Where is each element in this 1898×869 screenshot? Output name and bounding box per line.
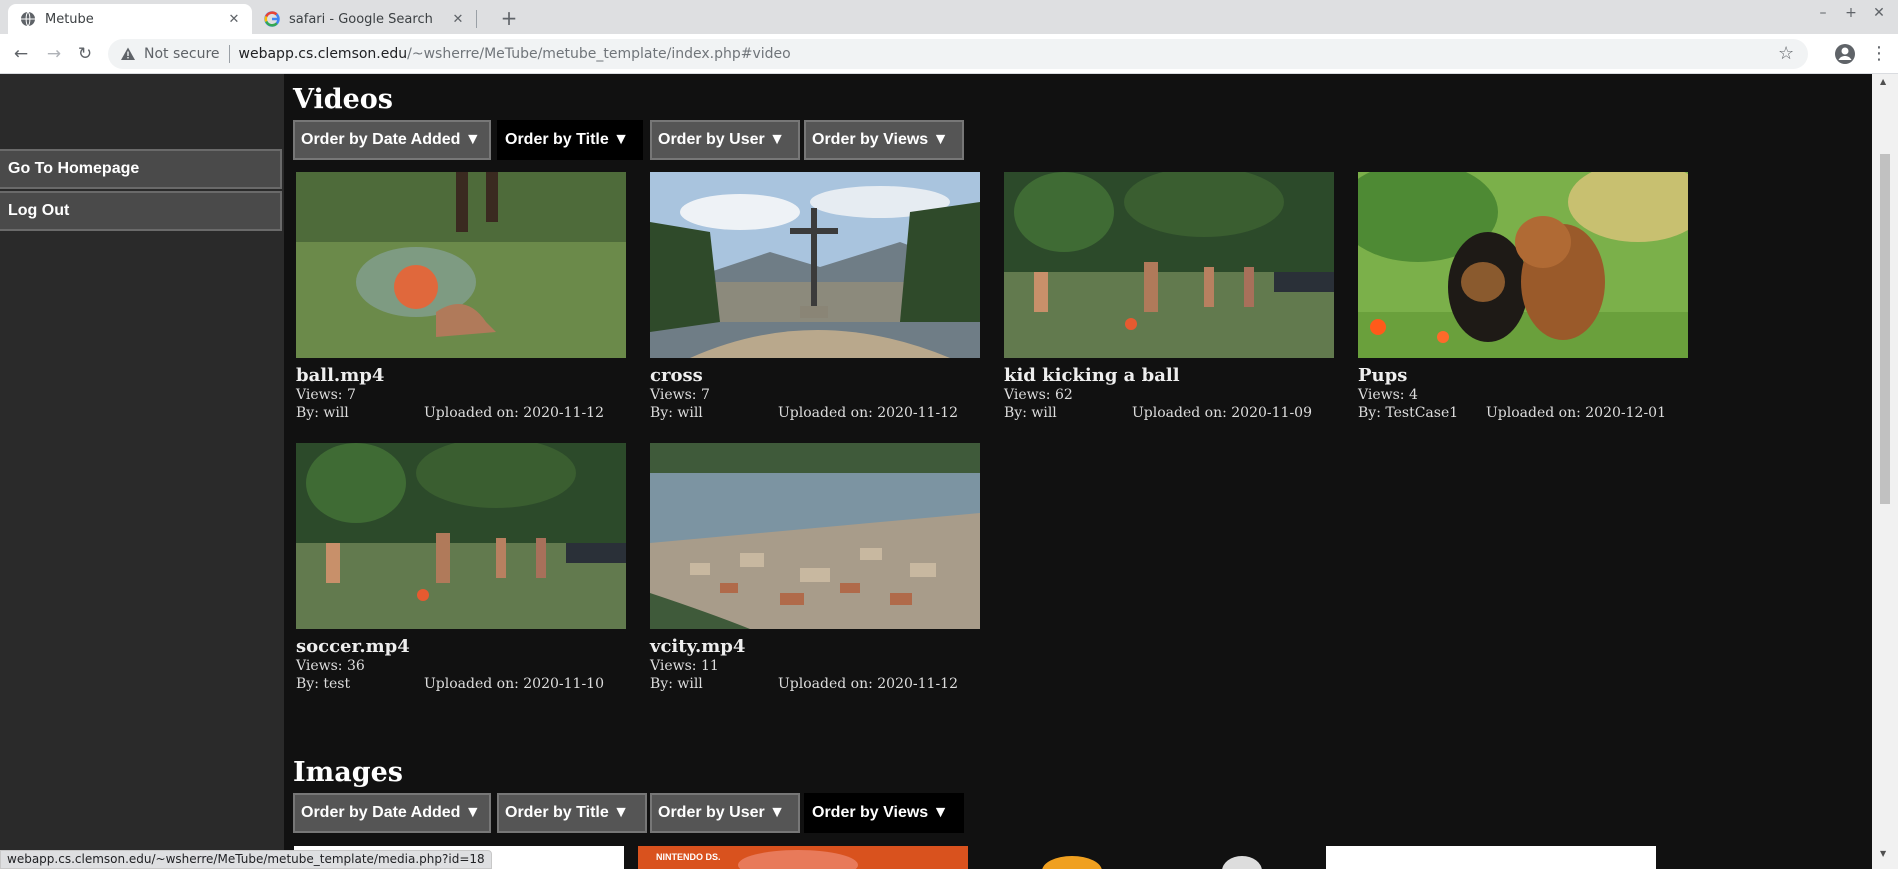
video-thumbnail[interactable] — [650, 172, 980, 358]
video-thumbnail[interactable] — [296, 172, 626, 358]
scroll-down-arrow-icon[interactable]: ▼ — [1880, 849, 1886, 858]
video-upload-date: Uploaded on: 2020-11-12 — [777, 676, 958, 692]
tab-title: Metube — [45, 11, 94, 27]
address-divider — [228, 45, 230, 63]
video-views: Views: 62 — [1004, 387, 1073, 403]
video-upload-date: Uploaded on: 2020-11-12 — [423, 405, 604, 421]
video-thumbnail[interactable] — [296, 443, 626, 629]
video-upload-date: Uploaded on: 2020-11-12 — [777, 405, 958, 421]
url-host: webapp.cs.clemson.edu — [238, 46, 408, 62]
address-bar[interactable]: Not secure webapp.cs.clemson.edu /~wsher… — [108, 39, 1808, 69]
video-views: Views: 7 — [296, 387, 356, 403]
globe-icon — [21, 11, 35, 27]
back-arrow-icon[interactable]: ← — [8, 41, 34, 67]
new-tab-plus-icon[interactable]: + — [497, 6, 521, 30]
videos-sort-user-button[interactable]: Order by User ▼ — [650, 120, 800, 160]
videos-heading: Videos — [293, 84, 393, 115]
images-sort-date-button[interactable]: Order by Date Added ▼ — [293, 793, 491, 833]
url-path: /~wsherre/MeTube/metube_template/index.p… — [407, 46, 791, 62]
nintendo-ds-label: NINTENDO DS. — [656, 852, 721, 862]
bookmark-star-icon[interactable]: ☆ — [1778, 45, 1796, 63]
tab-google-search[interactable]: safari - Google Search ✕ — [252, 4, 476, 34]
scroll-up-arrow-icon[interactable]: ▲ — [1880, 77, 1886, 86]
video-thumbnail[interactable] — [650, 443, 980, 629]
close-window-icon[interactable]: ✕ — [1868, 5, 1890, 21]
video-title[interactable]: kid kicking a ball — [1004, 366, 1334, 386]
video-title[interactable]: Pups — [1358, 366, 1688, 386]
images-sort-title-button[interactable]: Order by Title ▼ — [497, 793, 647, 833]
status-url-bar: webapp.cs.clemson.edu/~wsherre/MeTube/me… — [0, 850, 492, 869]
video-views: Views: 36 — [296, 658, 365, 674]
account-icon[interactable] — [1833, 42, 1857, 66]
video-author: By: will — [1004, 405, 1057, 421]
video-author: By: test — [296, 676, 351, 692]
video-title[interactable]: cross — [650, 366, 980, 386]
main-content: Videos Order by Date Added ▼ Order by Ti… — [284, 74, 1872, 869]
videos-sort-title-button[interactable]: Order by Title ▼ — [497, 120, 643, 160]
video-card[interactable]: Pups Views: 4 By: TestCase1 Uploaded on: … — [1358, 172, 1688, 422]
images-sort-user-button[interactable]: Order by User ▼ — [650, 793, 800, 833]
sidebar: Go To Homepage Log Out — [0, 74, 284, 869]
videos-sort-date-button[interactable]: Order by Date Added ▼ — [293, 120, 491, 160]
tab-metube[interactable]: Metube ✕ — [8, 4, 252, 34]
video-upload-date: Uploaded on: 2020-11-09 — [1131, 405, 1312, 421]
image-thumbnail-art — [1222, 856, 1262, 869]
image-thumbnail-art — [738, 850, 858, 869]
sidebar-item-logout[interactable]: Log Out — [0, 191, 282, 231]
scrollbar-thumb[interactable] — [1880, 154, 1890, 504]
video-thumbnail[interactable] — [1004, 172, 1334, 358]
video-card[interactable]: vcity.mp4 Views: 11 By: will Uploaded on:… — [650, 443, 980, 693]
reload-icon[interactable]: ↻ — [72, 41, 98, 67]
google-icon — [264, 11, 280, 27]
tab-title: safari - Google Search — [289, 11, 433, 27]
image-thumbnail[interactable]: NINTENDO DS. — [638, 846, 968, 869]
video-card[interactable]: soccer.mp4 Views: 36 By: test Uploaded on… — [296, 443, 626, 693]
not-secure-label: Not secure — [144, 46, 220, 62]
video-views: Views: 7 — [650, 387, 710, 403]
video-author: By: will — [650, 405, 703, 421]
video-card[interactable]: cross Views: 7 By: will Uploaded on: 2020… — [650, 172, 980, 422]
video-author: By: TestCase1 — [1358, 405, 1459, 421]
browser-toolbar: ← → ↻ Not secure webapp.cs.clemson.edu /… — [0, 34, 1898, 74]
image-thumbnail[interactable] — [1326, 846, 1656, 869]
maximize-icon[interactable]: + — [1840, 5, 1862, 21]
video-title[interactable]: vcity.mp4 — [650, 637, 980, 657]
images-heading: Images — [293, 757, 403, 788]
image-thumbnail-art — [1042, 856, 1102, 869]
video-thumbnail[interactable] — [1358, 172, 1688, 358]
video-author: By: will — [296, 405, 349, 421]
kebab-menu-icon[interactable]: ⋮ — [1870, 43, 1888, 65]
video-card[interactable]: kid kicking a ball Views: 62 By: will Upl… — [1004, 172, 1334, 422]
page-scrollbar[interactable]: ▲ ▼ — [1872, 74, 1898, 869]
videos-sort-views-button[interactable]: Order by Views ▼ — [804, 120, 964, 160]
browser-tab-strip: Metube ✕ safari - Google Search ✕ + – + … — [0, 0, 1898, 34]
video-upload-date: Uploaded on: 2020-11-10 — [423, 676, 604, 692]
video-views: Views: 11 — [650, 658, 719, 674]
sidebar-item-homepage[interactable]: Go To Homepage — [0, 149, 282, 189]
tab-divider — [476, 10, 477, 28]
video-views: Views: 4 — [1358, 387, 1418, 403]
close-tab-icon[interactable]: ✕ — [226, 11, 242, 27]
close-tab-icon[interactable]: ✕ — [450, 11, 466, 27]
image-thumbnail[interactable] — [982, 846, 1312, 869]
video-card[interactable]: ball.mp4 Views: 7 By: will Uploaded on: 2… — [296, 172, 626, 422]
images-sort-views-button[interactable]: Order by Views ▼ — [804, 793, 964, 833]
video-title[interactable]: soccer.mp4 — [296, 637, 626, 657]
minimize-icon[interactable]: – — [1812, 5, 1834, 21]
video-title[interactable]: ball.mp4 — [296, 366, 626, 386]
video-author: By: will — [650, 676, 703, 692]
forward-arrow-icon[interactable]: → — [41, 41, 67, 67]
video-upload-date: Uploaded on: 2020-12-01 — [1485, 405, 1666, 421]
warning-triangle-icon — [121, 47, 135, 60]
page-content: Go To Homepage Log Out Videos Order by D… — [0, 74, 1898, 869]
